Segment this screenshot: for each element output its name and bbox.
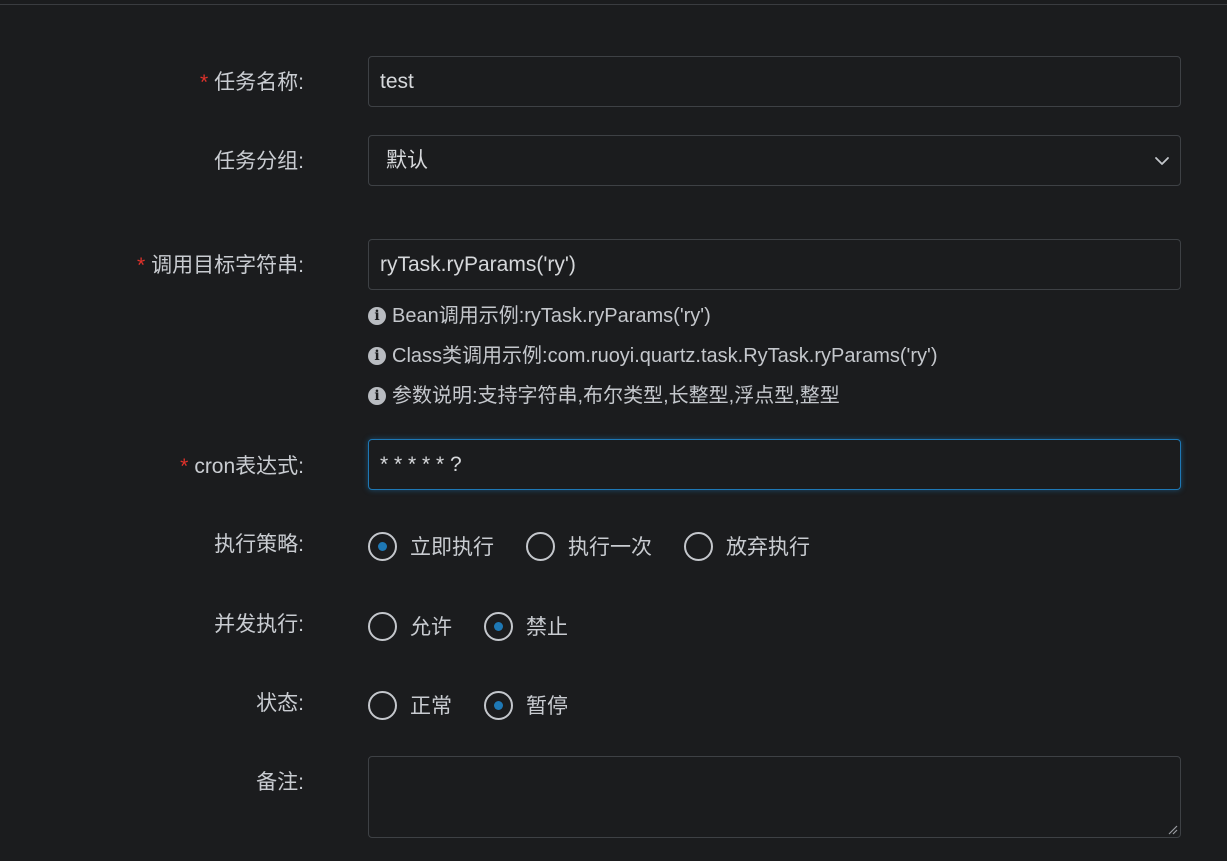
info-icon: i <box>368 387 386 405</box>
radio-label: 正常 <box>410 695 452 718</box>
task-name-input[interactable]: test <box>368 56 1181 107</box>
radio-button[interactable] <box>368 690 397 720</box>
cron-label: * cron表达式: <box>180 455 304 479</box>
concurrent-option-forbid[interactable]: 禁止 <box>484 611 568 641</box>
concurrent-option-allow[interactable]: 允许 <box>368 611 452 641</box>
help-text-class: i Class类调用示例:com.ruoyi.quartz.task.RyTas… <box>368 344 938 368</box>
misfire-policy-option-once[interactable]: 执行一次 <box>526 531 652 561</box>
help-text-bean: i Bean调用示例:ryTask.ryParams('ry') <box>368 304 711 328</box>
chevron-down-icon <box>1155 157 1169 165</box>
invoke-target-label-text: 调用目标字符串: <box>151 254 304 277</box>
status-radio-group: 正常 暂停 <box>368 688 600 722</box>
concurrent-label: 并发执行: <box>214 613 304 636</box>
remark-textarea[interactable] <box>368 756 1181 838</box>
status-label: 状态: <box>256 692 304 715</box>
radio-button-checked[interactable] <box>368 531 397 561</box>
help-text-params: i 参数说明:支持字符串,布尔类型,长整型,浮点型,整型 <box>368 384 840 408</box>
radio-button[interactable] <box>684 531 713 561</box>
radio-button[interactable] <box>526 531 555 561</box>
status-option-normal[interactable]: 正常 <box>368 690 452 720</box>
task-group-label: 任务分组: <box>214 150 304 173</box>
task-name-label-text: 任务名称: <box>214 71 304 94</box>
radio-label: 执行一次 <box>568 536 652 559</box>
cron-label-text: cron表达式: <box>194 455 304 478</box>
task-name-label: * 任务名称: <box>200 71 304 95</box>
radio-label: 禁止 <box>526 616 568 639</box>
task-group-selected-value: 默认 <box>386 149 428 172</box>
task-group-select[interactable]: 默认 <box>368 135 1181 186</box>
invoke-target-input[interactable]: ryTask.ryParams('ry') <box>368 239 1181 290</box>
radio-label: 暂停 <box>526 695 568 718</box>
top-divider <box>0 4 1227 5</box>
resize-handle-icon[interactable] <box>1166 823 1178 835</box>
required-marker: * <box>180 455 189 478</box>
radio-label: 允许 <box>410 616 452 639</box>
help-text: Bean调用示例:ryTask.ryParams('ry') <box>392 305 711 327</box>
radio-label: 立即执行 <box>410 536 494 559</box>
invoke-target-label: * 调用目标字符串: <box>137 254 304 278</box>
misfire-policy-option-immediate[interactable]: 立即执行 <box>368 531 494 561</box>
misfire-policy-option-abandon[interactable]: 放弃执行 <box>684 531 810 561</box>
radio-button-checked[interactable] <box>484 611 513 641</box>
cron-expression-input[interactable]: * * * * * ? <box>368 439 1181 490</box>
help-text: Class类调用示例:com.ruoyi.quartz.task.RyTask.… <box>392 345 938 367</box>
concurrent-radio-group: 允许 禁止 <box>368 609 600 643</box>
misfire-policy-label: 执行策略: <box>214 533 304 556</box>
radio-label: 放弃执行 <box>726 536 810 559</box>
info-icon: i <box>368 307 386 325</box>
status-option-paused[interactable]: 暂停 <box>484 690 568 720</box>
required-marker: * <box>199 71 209 94</box>
required-marker: * <box>136 254 146 277</box>
misfire-policy-radio-group: 立即执行 执行一次 放弃执行 <box>368 529 842 563</box>
radio-button[interactable] <box>368 611 397 641</box>
help-text: 参数说明:支持字符串,布尔类型,长整型,浮点型,整型 <box>392 385 840 407</box>
info-icon: i <box>368 347 386 365</box>
radio-button-checked[interactable] <box>484 690 513 720</box>
remark-label: 备注: <box>256 771 304 794</box>
